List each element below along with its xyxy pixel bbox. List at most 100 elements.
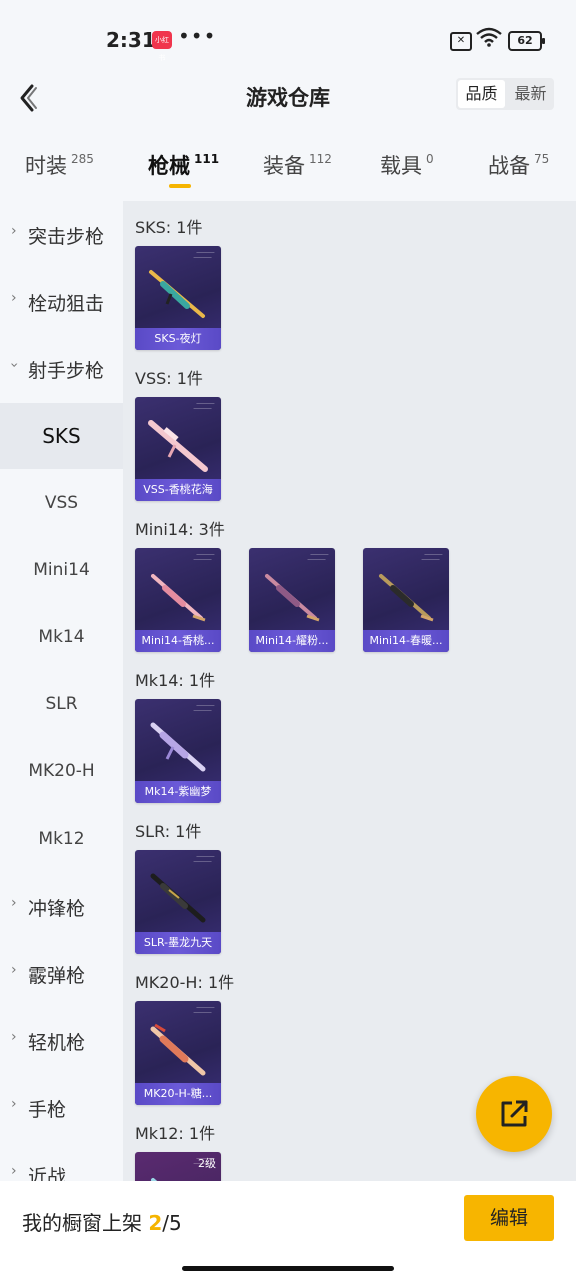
rifle-icon (150, 722, 206, 772)
sidebar-item-pistol[interactable]: › 手枪 (0, 1074, 123, 1140)
showcase-current-count: 2 (148, 1211, 163, 1235)
sidebar-item-assault-rifle[interactable]: › 突击步枪 (0, 201, 123, 267)
sidebar-sub-mini14[interactable]: Mini14 (0, 537, 123, 603)
weapon-list: SKS: 1件 SKS-夜灯 VSS: 1件 VSS-香桃花海 Mini14: … (123, 201, 576, 1181)
showcase-total: /5 (162, 1211, 182, 1235)
tab-count: 75 (534, 152, 550, 166)
chevron-right-icon: › (11, 223, 17, 239)
tab-vehicles[interactable]: 载具 0 (380, 150, 434, 180)
showcase-status: 我的橱窗上架 2/5 (22, 1207, 182, 1236)
xiaohongshu-app-icon: 小红书 (152, 31, 172, 62)
sidebar-sub-mk20h[interactable]: MK20-H (0, 738, 123, 804)
group-label-mk20h: MK20-H: 1件 (135, 973, 235, 992)
active-tab-indicator (169, 184, 191, 188)
sidebar-sub-slr[interactable]: SLR (0, 671, 123, 737)
share-external-icon (501, 1100, 528, 1127)
sort-toggle: 品质 最新 (456, 78, 554, 110)
sim-icon: ✕ (450, 32, 472, 51)
skin-card[interactable]: 2级 (135, 1152, 221, 1181)
tab-tactical[interactable]: 战备 75 (488, 150, 549, 180)
skin-card[interactable]: Mk14-紫幽梦 (135, 699, 221, 803)
tab-label: 载具 (380, 154, 422, 178)
rifle-icon (265, 574, 320, 622)
chevron-right-icon: › (11, 1096, 17, 1112)
sidebar-sub-mk12[interactable]: Mk12 (0, 806, 123, 872)
sort-newest-button[interactable]: 最新 (507, 78, 554, 110)
status-time: 2:31 (106, 28, 156, 52)
tab-equipment[interactable]: 装备 112 (263, 150, 332, 180)
status-bar: 2:31 小红书 ••• ✕ 62 (0, 0, 576, 80)
sidebar-sub-vss[interactable]: VSS (0, 470, 123, 536)
skin-card[interactable]: Mini14-春暖... (363, 548, 449, 652)
sidebar-item-label: 射手步枪 (28, 360, 105, 382)
sidebar-item-melee[interactable]: › 近战 (0, 1141, 123, 1181)
rifle-icon (379, 574, 434, 622)
sidebar-sub-mk14[interactable]: Mk14 (0, 604, 123, 670)
app-header: 游戏仓库 品质 最新 (0, 70, 576, 120)
rifle-icon (149, 270, 205, 318)
sidebar-item-shotgun[interactable]: › 霰弹枪 (0, 940, 123, 1006)
skin-name: Mk14-紫幽梦 (135, 781, 221, 803)
home-indicator[interactable] (182, 1266, 394, 1271)
skin-name: Mini14-耀粉... (249, 630, 335, 652)
tab-weapons[interactable]: 枪械 111 (148, 150, 219, 180)
skin-name: SLR-墨龙九天 (135, 932, 221, 954)
rifle-icon (148, 420, 208, 472)
rifle-icon (150, 873, 206, 923)
skin-name: MK20-H-糖... (135, 1083, 221, 1105)
skin-level-badge: 2级 (198, 1157, 216, 1170)
skin-card[interactable]: Mini14-耀粉... (249, 548, 335, 652)
chevron-right-icon: › (11, 1163, 17, 1179)
sidebar-item-label: 轻机枪 (28, 1032, 86, 1054)
sidebar-item-lmg[interactable]: › 轻机枪 (0, 1007, 123, 1073)
sidebar-item-bolt-sniper[interactable]: › 栓动狙击 (0, 268, 123, 334)
skin-name: Mini14-春暖... (363, 630, 449, 652)
sidebar-item-dmr[interactable]: › 射手步枪 (0, 335, 123, 401)
group-label-mk14: Mk14: 1件 (135, 671, 216, 690)
skin-name: Mini14-香桃... (135, 630, 221, 652)
chevron-right-icon: › (11, 962, 17, 978)
tab-count: 0 (426, 152, 434, 166)
tab-label: 时装 (25, 154, 67, 178)
sidebar-item-label: 栓动狙击 (28, 293, 105, 315)
tab-count: 111 (194, 152, 220, 166)
category-tabs: 时装 285 枪械 111 装备 112 载具 0 战备 75 (0, 140, 576, 195)
rifle-icon (151, 1178, 158, 1181)
skin-card[interactable]: Mini14-香桃... (135, 548, 221, 652)
battery-icon: 62 (508, 31, 545, 51)
chevron-down-icon: › (5, 362, 22, 368)
tab-label: 装备 (263, 154, 305, 178)
sidebar-item-label: 近战 (28, 1166, 67, 1181)
skin-card[interactable]: SLR-墨龙九天 (135, 850, 221, 954)
group-label-vss: VSS: 1件 (135, 369, 203, 388)
tab-label: 战备 (488, 154, 530, 178)
skin-card[interactable]: SKS-夜灯 (135, 246, 221, 350)
sidebar-item-label: 突击步枪 (28, 226, 105, 248)
share-button[interactable] (476, 1076, 552, 1152)
chevron-right-icon: › (11, 290, 17, 306)
tab-label: 枪械 (148, 154, 190, 178)
skin-name: SKS-夜灯 (135, 328, 221, 350)
chevron-right-icon: › (11, 895, 17, 911)
group-label-mini14: Mini14: 3件 (135, 520, 225, 539)
tab-fashion[interactable]: 时装 285 (25, 150, 94, 180)
tab-count: 112 (309, 152, 332, 166)
sidebar-item-smg[interactable]: › 冲锋枪 (0, 873, 123, 939)
chevron-right-icon: › (11, 1029, 17, 1045)
showcase-label: 我的橱窗上架 (22, 1211, 142, 1235)
edit-button[interactable]: 编辑 (464, 1195, 554, 1241)
sidebar-item-label: 冲锋枪 (28, 898, 86, 920)
rifle-icon (151, 574, 206, 622)
skin-card[interactable]: VSS-香桃花海 (135, 397, 221, 501)
more-notifications-icon: ••• (178, 24, 217, 48)
sidebar-sub-sks[interactable]: SKS (0, 403, 123, 469)
sidebar-item-label: 手枪 (28, 1099, 67, 1121)
group-label-slr: SLR: 1件 (135, 822, 202, 841)
skin-card[interactable]: MK20-H-糖... (135, 1001, 221, 1105)
weapon-category-sidebar: › 突击步枪 › 栓动狙击 › 射手步枪 SKS VSS Mini14 Mk14 SL… (0, 201, 123, 1181)
wifi-icon (476, 27, 502, 47)
tab-count: 285 (71, 152, 94, 166)
sort-quality-button[interactable]: 品质 (458, 80, 505, 108)
skin-name: VSS-香桃花海 (135, 479, 221, 501)
group-label-mk12: Mk12: 1件 (135, 1124, 216, 1143)
